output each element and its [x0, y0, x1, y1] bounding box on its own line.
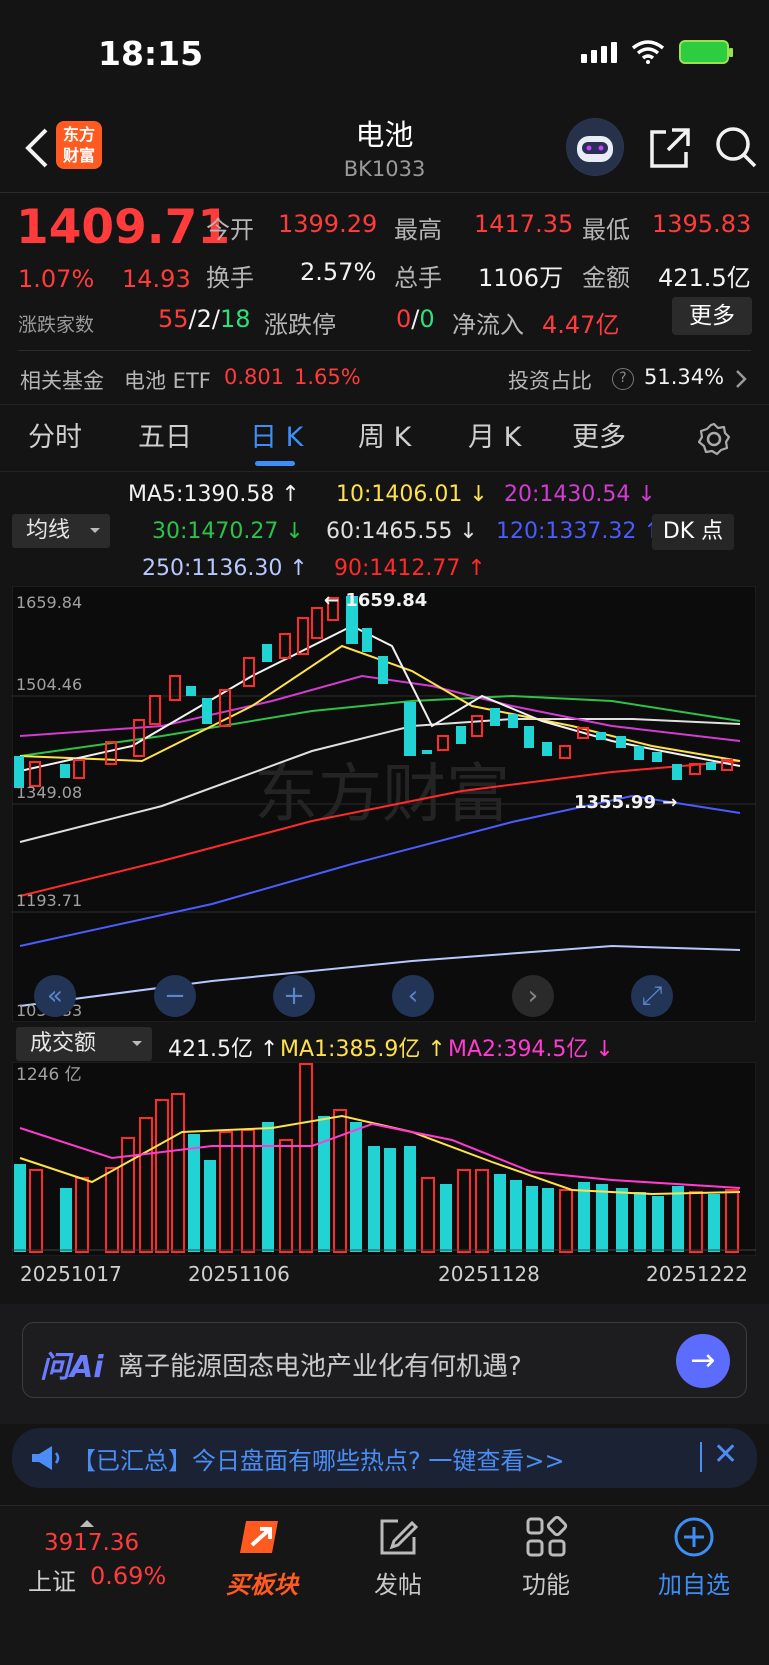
active-tab-indicator [255, 461, 295, 466]
turnover-value: 2.57% [300, 258, 377, 286]
help-icon[interactable]: ? [612, 368, 634, 390]
search-icon[interactable] [713, 124, 759, 170]
status-time: 18:15 [98, 34, 204, 73]
amount-value: 421.5亿 [658, 264, 751, 292]
tab-five-day[interactable]: 五日 [138, 415, 192, 454]
fullscreen-icon[interactable]: ⤢ [631, 975, 673, 1017]
scroll-left-icon[interactable]: ‹ [392, 975, 434, 1017]
ai-prompt[interactable]: 离子能源固态电池产业化有何机遇? [118, 1346, 522, 1383]
nav-add-watchlist[interactable]: 加自选 [644, 1515, 744, 1600]
watermark: 东方财富 [254, 758, 510, 832]
indicator-select[interactable]: 均线 [12, 514, 110, 548]
ai-logo: 问Ai [40, 1350, 104, 1385]
ma10-value: 10:1406.01 ↓ [336, 482, 488, 507]
settings-gear-icon[interactable] [697, 422, 731, 456]
fund-label: 相关基金 [20, 369, 104, 393]
scroll-left-fast-icon[interactable]: « [34, 975, 76, 1017]
index-name[interactable]: 上证 [28, 1562, 76, 1597]
fund-name[interactable]: 电池 ETF [124, 365, 211, 395]
volume-chart[interactable]: 1246 亿 [12, 1062, 756, 1256]
buy-sector-icon [240, 1521, 278, 1553]
ratio-value: 51.34% [644, 365, 725, 389]
open-value: 1399.29 [278, 210, 378, 238]
ai-robot-icon[interactable] [566, 118, 624, 176]
volume-current: 421.5亿 ↑ [168, 1037, 279, 1062]
y-label-2: 1504.46 [16, 675, 82, 694]
low-marker: 1355.99 → [574, 792, 677, 813]
ai-send-arrow-icon[interactable]: → [676, 1334, 730, 1388]
date-label-4: 20251222 [646, 1262, 748, 1286]
amount-label: 金额 [582, 264, 630, 292]
change-pct: 1.07% [18, 265, 95, 293]
kline-chart[interactable]: 东方财富 1659.84 1504.46 1349.08 1193.71 ← 1… [12, 586, 756, 1022]
tab-monthly-k[interactable]: 月 K [468, 415, 521, 454]
limit-counts: 0/0 [396, 305, 435, 333]
tab-more[interactable]: 更多 [572, 415, 626, 454]
ma5-value: MA5:1390.58 ↑ [128, 482, 300, 507]
updown-label: 涨跌家数 [18, 314, 95, 336]
ma60-value: 60:1465.55 ↓ [326, 519, 478, 544]
wifi-icon [631, 40, 665, 64]
zoom-out-icon[interactable]: − [154, 975, 196, 1017]
updown-counts: 55/2/18 [158, 305, 251, 333]
ma20-value: 20:1430.54 ↓ [504, 482, 656, 507]
notice-text[interactable]: 【已汇总】今日盘面有哪些热点? 一键查看>> [72, 1441, 565, 1476]
tab-intraday[interactable]: 分时 [28, 415, 82, 454]
ratio-label: 投资占比 [508, 369, 592, 393]
ma250-value: 250:1136.30 ↑ [142, 556, 308, 581]
volume-label: 总手 [394, 264, 442, 292]
battery-icon [679, 40, 733, 64]
high-value: 1417.35 [474, 210, 574, 238]
volume-max-label: 1246 亿 [16, 1065, 82, 1085]
y-label-4: 1193.71 [16, 891, 82, 910]
turnover-label: 换手 [206, 264, 254, 292]
limit-label: 涨跌停 [264, 311, 336, 339]
date-label-2: 20251106 [188, 1262, 290, 1286]
tab-daily-k[interactable]: 日 K [250, 415, 303, 454]
nav-post[interactable]: 发帖 [348, 1515, 448, 1600]
tab-weekly-k[interactable]: 周 K [358, 415, 411, 454]
date-label-3: 20251128 [438, 1262, 540, 1286]
share-icon[interactable] [648, 126, 692, 170]
volume-ma2: MA2:394.5亿 ↓ [448, 1037, 614, 1062]
y-label-3: 1349.08 [16, 783, 82, 802]
y-label-max: 1659.84 [16, 593, 82, 612]
nav-buy-sector[interactable]: 买板块 [212, 1515, 312, 1600]
nav-functions[interactable]: 功能 [496, 1515, 596, 1600]
high-label: 最高 [394, 216, 442, 244]
high-marker: ← 1659.84 [324, 590, 427, 611]
netflow-value: 4.47亿 [542, 311, 620, 339]
date-label-1: 20251017 [20, 1262, 122, 1286]
low-label: 最低 [582, 216, 630, 244]
open-label: 今开 [206, 216, 254, 244]
zoom-in-icon[interactable]: + [273, 975, 315, 1017]
signal-icon [581, 41, 617, 63]
ma120-value: 120:1337.32 ↑ [496, 519, 662, 544]
period-tabs: 分时 五日 日 K 周 K 月 K 更多 [0, 415, 769, 473]
low-value: 1395.83 [652, 210, 752, 238]
fund-change: 1.65% [294, 365, 361, 389]
chevron-right-icon[interactable] [734, 368, 748, 390]
edit-icon [380, 1519, 419, 1555]
expand-up-icon[interactable] [80, 1513, 94, 1527]
more-button[interactable]: 更多 [672, 297, 752, 335]
netflow-label: 净流入 [452, 311, 524, 339]
last-price: 1409.71 [16, 200, 231, 255]
close-icon[interactable]: ✕ [713, 1437, 738, 1472]
add-circle-icon [674, 1517, 714, 1557]
ma30-value: 30:1470.27 ↓ [152, 519, 304, 544]
fund-price: 0.801 [224, 365, 285, 389]
index-value[interactable]: 3917.36 [44, 1530, 139, 1556]
megaphone-icon [32, 1446, 60, 1470]
volume-indicator-select[interactable]: 成交额 [16, 1027, 152, 1061]
index-change[interactable]: 0.69% [90, 1562, 166, 1590]
dk-point-button[interactable]: DK 点 [652, 514, 734, 550]
change-abs: 14.93 [122, 265, 191, 293]
volume-ma1: MA1:385.9亿 ↑ [280, 1037, 446, 1062]
grid-icon [526, 1515, 568, 1557]
ma90-value: 90:1412.77 ↑ [334, 556, 486, 581]
volume-value: 1106万 [478, 264, 564, 292]
scroll-right-icon[interactable]: › [512, 975, 554, 1017]
status-icons [581, 40, 733, 64]
